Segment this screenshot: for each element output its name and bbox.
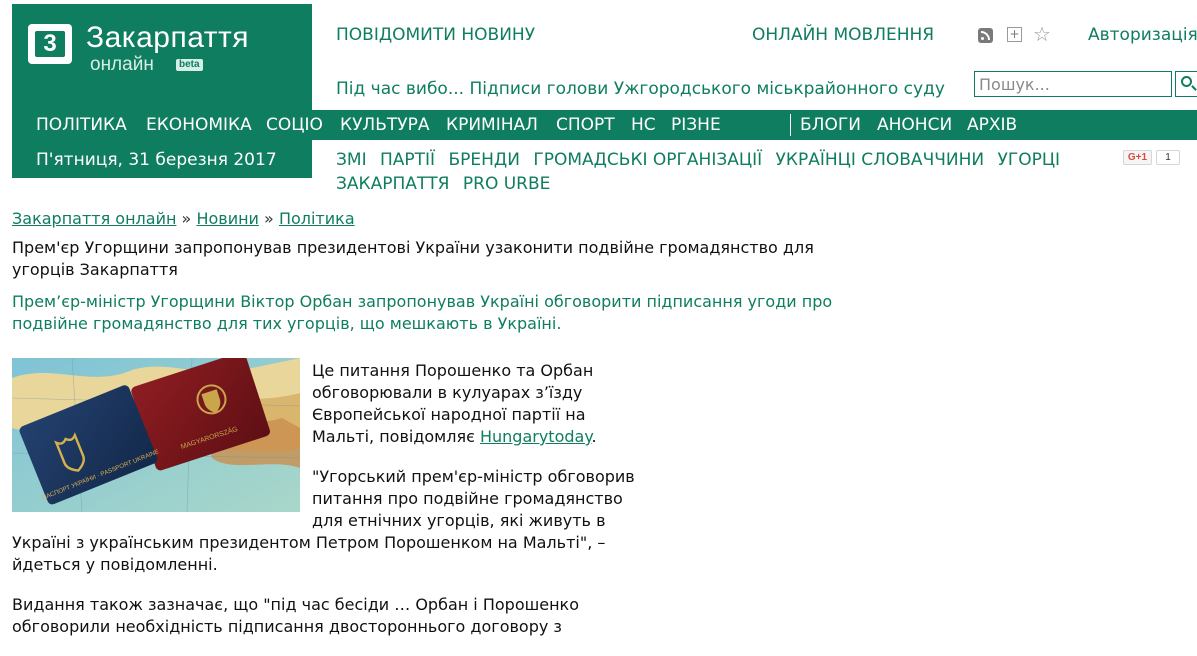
report-news-link[interactable]: ПОВІДОМИТИ НОВИНУ — [336, 24, 535, 46]
article-lead: Прем’єр-міністр Угорщини Віктор Орбан за… — [12, 292, 833, 333]
breadcrumb-news[interactable]: Новини — [196, 209, 259, 228]
rss-icon[interactable] — [978, 28, 993, 43]
current-date: П'ятниця, 31 березня 2017 — [36, 150, 277, 170]
nav-item-politics[interactable]: ПОЛІТИКА — [36, 114, 127, 136]
sub-nav: ЗМІ ПАРТІЇ БРЕНДИ ГРОМАДСЬКІ ОРГАНІЗАЦІЇ… — [336, 148, 1096, 196]
nav-item-culture[interactable]: КУЛЬТУРА — [340, 114, 430, 136]
nav-item-emergency[interactable]: НС — [631, 114, 656, 136]
breadcrumb: Закарпаття онлайн » Новини » Політика — [12, 208, 355, 230]
subnav-item-media[interactable]: ЗМІ — [336, 148, 367, 172]
news-ticker[interactable]: Під час вибо... Підписи голови Ужгородсь… — [336, 78, 946, 100]
nav-item-sport[interactable]: СПОРТ — [556, 114, 615, 136]
article-paragraph: Видання також зазначає, що "під час бесі… — [12, 595, 579, 636]
article-photo[interactable]: MAGYARORSZÁG ПАСПОРТ УКРАЇНИ · PASSPORT … — [12, 358, 300, 512]
nav-item-archive[interactable]: АРХІВ — [967, 114, 1017, 136]
breadcrumb-home[interactable]: Закарпаття онлайн — [12, 209, 176, 228]
gplus-count: 1 — [1156, 150, 1180, 165]
star-icon[interactable]: ☆ — [1033, 22, 1051, 46]
logo-subtitle: онлайн — [90, 54, 154, 75]
logo-title: Закарпаття — [86, 21, 249, 54]
breadcrumb-politics[interactable]: Політика — [279, 209, 355, 228]
subnav-item-ngos[interactable]: ГРОМАДСЬКІ ОРГАНІЗАЦІЇ — [533, 148, 762, 172]
subnav-item-ukrainians-slovakia[interactable]: УКРАЇНЦІ СЛОВАЧЧИНИ — [776, 148, 985, 172]
gplus-button[interactable]: G+1 — [1123, 150, 1152, 165]
nav-item-announcements[interactable]: АНОНСИ — [877, 114, 952, 136]
search-icon[interactable] — [1175, 71, 1197, 97]
subnav-item-pro-urbe[interactable]: PRO URBE — [463, 172, 551, 196]
nav-item-socio[interactable]: СОЦІО — [266, 114, 323, 136]
live-broadcast-link[interactable]: ОНЛАЙН МОВЛЕННЯ — [752, 24, 934, 46]
beta-badge: beta — [176, 59, 203, 71]
source-link[interactable]: Hungarytoday — [480, 427, 592, 446]
subnav-item-parties[interactable]: ПАРТІЇ — [380, 148, 435, 172]
nav-divider — [790, 114, 791, 136]
nav-item-crime[interactable]: КРИМІНАЛ — [446, 114, 538, 136]
logo-mark-icon: 3 — [28, 24, 72, 64]
add-favorite-icon[interactable]: + — [1007, 27, 1022, 42]
nav-item-blogs[interactable]: БЛОГИ — [800, 114, 861, 136]
nav-item-misc[interactable]: РІЗНЕ — [671, 114, 721, 136]
ticker-text[interactable]: Під час вибо... Підписи голови Ужгородсь… — [336, 79, 946, 99]
subnav-item-brands[interactable]: БРЕНДИ — [448, 148, 519, 172]
nav-item-economy[interactable]: ЕКОНОМІКА — [146, 114, 252, 136]
breadcrumb-separator: » — [181, 209, 192, 228]
search-input[interactable] — [974, 71, 1172, 97]
breadcrumb-separator: » — [264, 209, 274, 228]
auth-link[interactable]: Авторизація — [1088, 24, 1197, 46]
article-title: Прем'єр Угорщини запропонував президенто… — [12, 238, 814, 279]
